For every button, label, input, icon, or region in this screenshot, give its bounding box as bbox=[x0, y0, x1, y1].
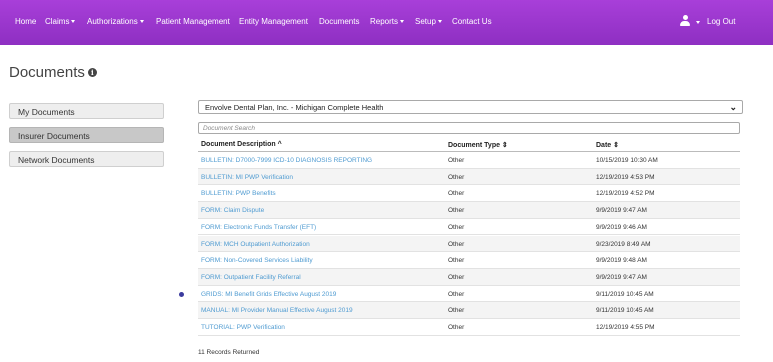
nav-documents[interactable]: Documents bbox=[319, 17, 359, 26]
nav-patient-management[interactable]: Patient Management bbox=[156, 17, 230, 26]
top-navigation-bar: Home Claims Authorizations Patient Manag… bbox=[0, 0, 773, 45]
sidebar-item-network-documents[interactable]: Network Documents bbox=[9, 151, 164, 167]
chevron-down-icon: ⌄ bbox=[729, 102, 737, 112]
document-link[interactable]: BULLETIN: D7000-7999 ICD-10 DIAGNOSIS RE… bbox=[201, 157, 372, 164]
page-title: Documents i bbox=[9, 64, 97, 81]
nav-patient-management-label: Patient Management bbox=[156, 17, 230, 26]
document-date-cell: 9/9/2019 9:48 AM bbox=[596, 257, 647, 265]
plan-select[interactable]: Envolve Dental Plan, Inc. - Michigan Com… bbox=[198, 100, 743, 114]
table-row: MANUAL: MI Provider Manual Effective Aug… bbox=[198, 302, 740, 319]
document-type-cell: Other bbox=[448, 157, 465, 164]
nav-documents-label: Documents bbox=[319, 17, 360, 26]
info-icon[interactable]: i bbox=[87, 68, 97, 77]
document-link[interactable]: FORM: Non-Covered Services Liability bbox=[201, 257, 313, 264]
table-row: FORM: MCH Outpatient Authorization Other… bbox=[198, 235, 740, 253]
document-link[interactable]: MANUAL: MI Provider Manual Effective Aug… bbox=[201, 307, 353, 314]
document-type-cell: Other bbox=[448, 240, 465, 248]
document-date-cell: 10/15/2019 10:30 AM bbox=[596, 157, 658, 164]
nav-claims[interactable]: Claims bbox=[45, 17, 76, 26]
caret-down-icon bbox=[400, 20, 405, 23]
sidebar-item-label: Network Documents bbox=[18, 155, 95, 165]
document-link[interactable]: FORM: Outpatient Facility Referral bbox=[201, 274, 301, 281]
document-type-cell: Other bbox=[448, 223, 465, 231]
table-row: BULLETIN: PWP Benefits Other 12/19/2019 … bbox=[198, 185, 740, 203]
nav-claims-label: Claims bbox=[45, 17, 70, 26]
document-date-cell: 9/11/2019 10:45 AM bbox=[596, 290, 654, 298]
nav-authorizations-label: Authorizations bbox=[87, 17, 138, 26]
sidebar-item-my-documents[interactable]: My Documents bbox=[9, 103, 164, 119]
table-row: GRIDS: MI Benefit Grids Effective August… bbox=[198, 286, 740, 303]
table-row: FORM: Claim Dispute Other 9/9/2019 9:47 … bbox=[198, 202, 740, 219]
row-marker-dot bbox=[179, 292, 184, 297]
document-link[interactable]: GRIDS: MI Benefit Grids Effective August… bbox=[201, 291, 336, 298]
nav-contact-us-label: Contact Us bbox=[452, 17, 492, 26]
user-menu-caret-icon[interactable] bbox=[696, 21, 700, 24]
document-type-cell: Other bbox=[448, 324, 465, 331]
records-count: 11 Records Returned bbox=[198, 349, 260, 356]
document-link[interactable]: BULLETIN: PWP Benefits bbox=[201, 190, 276, 197]
column-header-date[interactable]: Date ⇕ bbox=[596, 141, 619, 149]
table-row: TUTORIAL: PWP Verification Other 12/19/2… bbox=[198, 319, 740, 336]
table-row: BULLETIN: D7000-7999 ICD-10 DIAGNOSIS RE… bbox=[198, 152, 740, 169]
nav-home[interactable]: Home bbox=[15, 17, 36, 26]
nav-setup-label: Setup bbox=[415, 17, 436, 26]
nav-reports[interactable]: Reports bbox=[370, 17, 405, 26]
document-date-cell: 9/9/2019 9:46 AM bbox=[596, 223, 647, 231]
table-row: FORM: Outpatient Facility Referral Other… bbox=[198, 268, 740, 286]
column-header-type[interactable]: Document Type ⇕ bbox=[448, 141, 508, 149]
document-search-input[interactable]: Document Search bbox=[198, 122, 740, 134]
sidebar-item-label: My Documents bbox=[18, 107, 75, 117]
document-type-cell: Other bbox=[448, 273, 465, 281]
document-date-cell: 9/9/2019 9:47 AM bbox=[596, 207, 647, 215]
logout-label: Log Out bbox=[707, 17, 736, 26]
nav-setup[interactable]: Setup bbox=[415, 17, 442, 26]
document-type-cell: Other bbox=[448, 290, 465, 298]
document-link[interactable]: FORM: Claim Dispute bbox=[201, 207, 264, 214]
document-type-cell: Other bbox=[448, 173, 465, 181]
user-icon[interactable] bbox=[680, 15, 690, 27]
caret-down-icon bbox=[139, 20, 144, 23]
caret-down-icon bbox=[437, 20, 442, 23]
document-link[interactable]: TUTORIAL: PWP Verification bbox=[201, 324, 285, 331]
sidebar-item-label: Insurer Documents bbox=[18, 131, 90, 141]
document-date-cell: 12/19/2019 4:53 PM bbox=[596, 173, 655, 181]
page-title-text: Documents bbox=[9, 64, 85, 81]
document-link[interactable]: BULLETIN: MI PWP Verification bbox=[201, 174, 293, 181]
nav-home-label: Home bbox=[15, 17, 37, 26]
document-type-cell: Other bbox=[448, 257, 465, 265]
column-header-description[interactable]: Document Description ^ bbox=[201, 141, 282, 148]
nav-entity-management[interactable]: Entity Management bbox=[239, 17, 308, 26]
sidebar-item-insurer-documents[interactable]: Insurer Documents bbox=[9, 127, 164, 143]
nav-contact-us[interactable]: Contact Us bbox=[452, 17, 492, 26]
logout-link[interactable]: Log Out bbox=[707, 17, 735, 26]
document-date-cell: 12/19/2019 4:55 PM bbox=[596, 324, 655, 331]
table-row: BULLETIN: MI PWP Verification Other 12/1… bbox=[198, 168, 740, 186]
document-date-cell: 9/9/2019 9:47 AM bbox=[596, 273, 647, 281]
nav-entity-management-label: Entity Management bbox=[239, 17, 308, 26]
document-date-cell: 9/11/2019 10:45 AM bbox=[596, 307, 654, 315]
document-date-cell: 9/23/2019 8:49 AM bbox=[596, 240, 651, 248]
document-type-cell: Other bbox=[448, 307, 465, 315]
document-link[interactable]: FORM: MCH Outpatient Authorization bbox=[201, 241, 310, 248]
caret-down-icon bbox=[71, 20, 76, 23]
document-date-cell: 12/19/2019 4:52 PM bbox=[596, 190, 655, 198]
document-type-cell: Other bbox=[448, 207, 465, 215]
plan-select-value: Envolve Dental Plan, Inc. - Michigan Com… bbox=[205, 103, 384, 112]
nav-authorizations[interactable]: Authorizations bbox=[87, 17, 144, 26]
table-row: FORM: Non-Covered Services Liability Oth… bbox=[198, 252, 740, 269]
table-row: FORM: Electronic Funds Transfer (EFT) Ot… bbox=[198, 219, 740, 236]
document-link[interactable]: FORM: Electronic Funds Transfer (EFT) bbox=[201, 224, 316, 231]
document-type-cell: Other bbox=[448, 190, 465, 198]
nav-reports-label: Reports bbox=[370, 17, 399, 26]
